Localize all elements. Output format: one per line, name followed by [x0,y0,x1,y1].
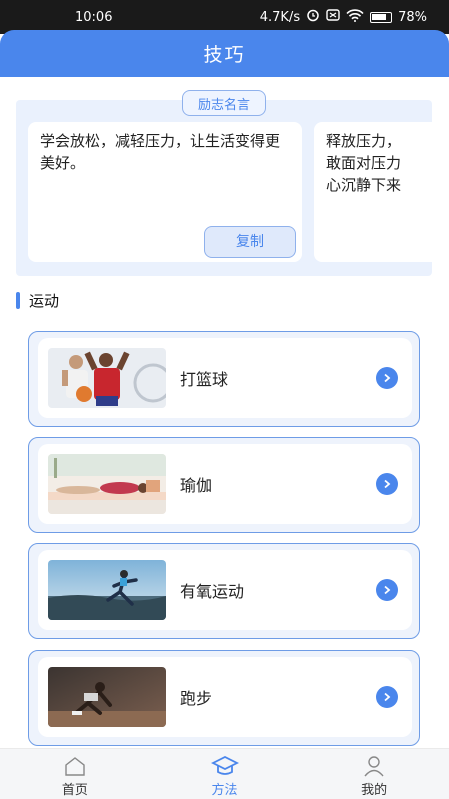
chevron-right-icon[interactable] [376,686,398,708]
home-icon [63,755,87,777]
activity-item-basketball[interactable]: 打篮球 [28,331,420,427]
activity-card: 瑜伽 [38,444,412,524]
activity-label: 有氧运动 [180,582,245,601]
activity-card: 有氧运动 [38,550,412,630]
activity-item-aerobic[interactable]: 有氧运动 [28,543,420,639]
quote-section-tag: 励志名言 [182,90,266,116]
yoga-pose-image [48,454,166,514]
activity-label: 瑜伽 [180,476,213,495]
sim-icon [326,9,340,25]
activity-label: 打篮球 [180,370,229,389]
wifi-icon [346,8,364,26]
battery-icon [370,11,393,23]
quote-carousel[interactable]: 学会放松，减轻压力，让生活变得更美好。 复制 释放压力， 敢面对压力 心沉静下来 [16,100,432,276]
tab-home[interactable]: 首页 [0,749,150,799]
activity-label: 跑步 [180,689,213,708]
app-header: 技巧 [0,30,449,77]
tab-label: 我的 [361,783,388,798]
section-header: 运动 [16,290,59,311]
quote-card-next: 释放压力， 敢面对压力 心沉静下来 [314,122,432,262]
tab-label: 方法 [211,783,238,798]
section-accent-bar [16,292,20,309]
activity-item-running[interactable]: 跑步 [28,650,420,746]
chevron-right-icon[interactable] [376,473,398,495]
quote-line: 心沉静下来 [326,176,402,194]
status-time: 10:06 [75,9,113,25]
page-title: 技巧 [203,44,246,66]
section-title: 运动 [29,292,60,310]
activity-item-yoga[interactable]: 瑜伽 [28,437,420,533]
tab-methods[interactable]: 方法 [150,749,300,799]
quote-line: 敢面对压力 [326,154,402,172]
bottom-tab-bar: 首页 方法 我的 [0,748,449,799]
outdoor-runner-image [48,560,166,620]
basketball-players-image [48,348,166,408]
chevron-right-icon[interactable] [376,367,398,389]
activity-card: 打篮球 [38,338,412,418]
quote-card: 学会放松，减轻压力，让生活变得更美好。 复制 [28,122,302,262]
quote-line: 释放压力， [326,132,402,150]
status-indicators: 4.7K/s 78% [260,8,427,26]
activity-card: 跑步 [38,657,412,737]
user-icon [362,755,386,777]
net-speed: 4.7K/s [259,9,301,25]
copy-button[interactable]: 复制 [204,226,296,258]
chevron-right-icon[interactable] [376,579,398,601]
alarm-icon [306,8,320,26]
status-bar: 10:06 4.7K/s 78% [0,0,449,34]
graduation-cap-icon [210,755,239,777]
sprinter-start-image [48,667,166,727]
tab-mine[interactable]: 我的 [299,749,449,799]
battery-level: 78% [398,9,427,25]
quote-text: 学会放松，减轻压力，让生活变得更美好。 [40,132,281,172]
tab-label: 首页 [61,783,88,798]
